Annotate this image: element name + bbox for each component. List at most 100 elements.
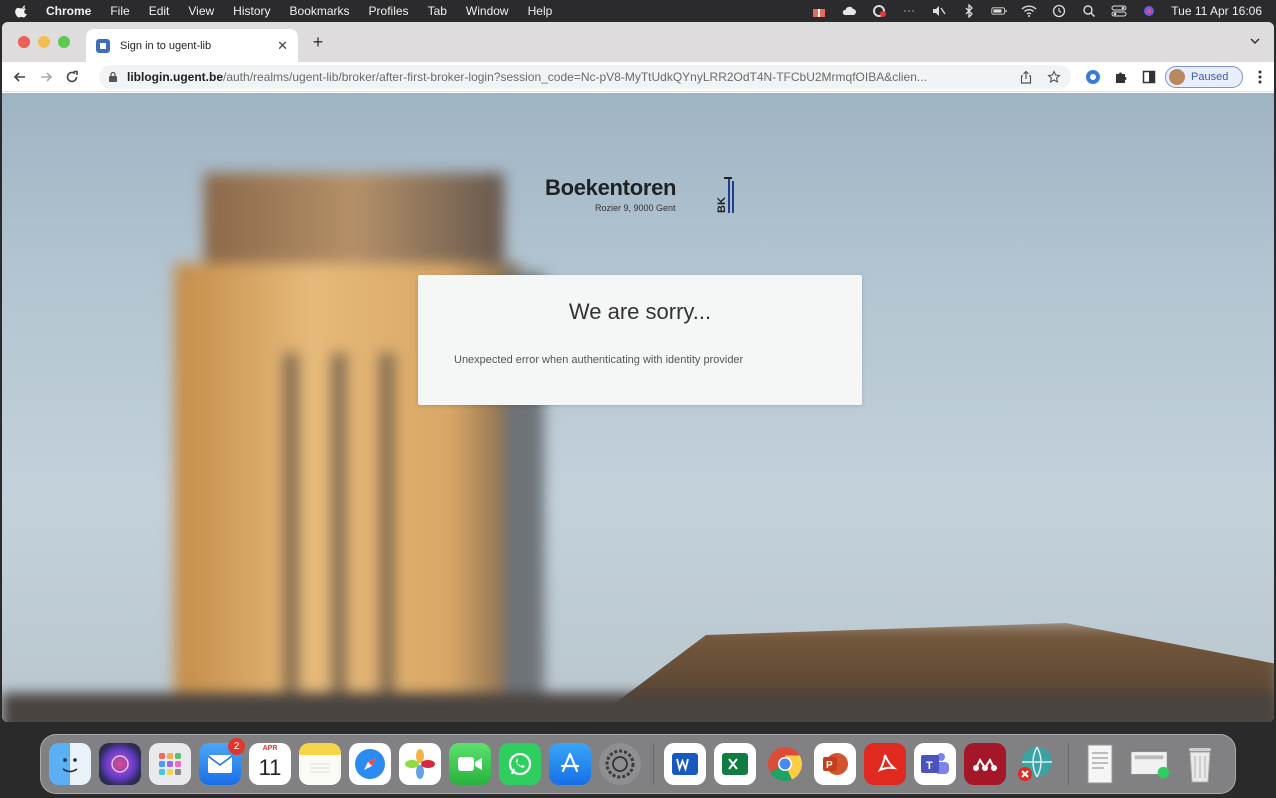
tab-sign-in[interactable]: Sign in to ugent-lib ✕ (86, 29, 298, 62)
menu-app-chrome[interactable]: Chrome (46, 4, 91, 18)
bluetooth-icon[interactable] (961, 4, 977, 18)
mendeley-icon (973, 757, 997, 771)
side-panel-icon[interactable] (1141, 69, 1157, 85)
cloud-icon[interactable] (841, 4, 857, 18)
menu-file[interactable]: File (110, 4, 129, 18)
menu-bookmarks[interactable]: Bookmarks (290, 4, 350, 18)
gear-icon (605, 749, 635, 779)
excel-icon (722, 753, 748, 775)
wifi-icon[interactable] (1021, 4, 1037, 18)
dock-system-settings[interactable] (599, 743, 641, 785)
dock-mendeley[interactable] (964, 743, 1006, 785)
dock-screenshot-stack[interactable] (1129, 743, 1171, 785)
siri-icon[interactable] (1141, 4, 1157, 18)
dock-document-stack[interactable] (1079, 743, 1121, 785)
arrow-right-icon (41, 71, 53, 82)
teams-icon: T (921, 753, 949, 774)
mute-speaker-icon[interactable] (931, 4, 947, 18)
bookmark-star-icon[interactable] (1045, 68, 1063, 86)
dock-mail[interactable]: 2 (199, 738, 245, 785)
dock-whatsapp[interactable] (499, 743, 541, 785)
menu-view[interactable]: View (188, 4, 214, 18)
dock-calendar[interactable]: APR 11 (249, 743, 291, 785)
dock-safari[interactable] (349, 743, 391, 785)
macos-menu-bar: Chrome File Edit View History Bookmarks … (0, 0, 1276, 22)
siri-orb-icon (111, 755, 129, 773)
browser-toolbar: liblogin.ugent.be /auth/realms/ugent-lib… (2, 62, 1274, 92)
profile-status-label: Paused (1191, 71, 1229, 83)
dock-acrobat[interactable] (864, 743, 906, 785)
mail-envelope-icon (207, 755, 233, 773)
dock-notes[interactable] (299, 743, 341, 785)
reload-button[interactable] (60, 65, 84, 89)
time-machine-icon[interactable] (1051, 4, 1067, 18)
dock-excel[interactable] (714, 743, 756, 785)
minimize-window-button[interactable] (38, 36, 50, 48)
powerpoint-icon: P (823, 753, 848, 775)
dock-globe-app[interactable] (1014, 743, 1056, 785)
battery-icon[interactable] (991, 4, 1007, 18)
menu-window[interactable]: Window (466, 4, 509, 18)
boekentoren-mark-icon: BK (716, 177, 734, 213)
menu-history[interactable]: History (233, 4, 270, 18)
share-icon[interactable] (1017, 68, 1035, 86)
error-card: We are sorry... Unexpected error when au… (418, 275, 862, 405)
dock-facetime[interactable] (449, 743, 491, 785)
arrow-left-icon (13, 71, 25, 82)
dock-divider-2 (1068, 743, 1069, 785)
forward-button[interactable] (34, 65, 58, 89)
brand-mark-letters: BK (716, 197, 728, 213)
gift-icon[interactable] (811, 4, 827, 18)
apple-logo-icon[interactable] (14, 3, 30, 19)
creative-cloud-icon[interactable] (871, 4, 887, 18)
dock-launchpad[interactable] (149, 743, 191, 785)
word-icon (672, 753, 698, 775)
menubar-clock[interactable]: Tue 11 Apr 16:06 (1171, 4, 1262, 18)
extension-icon[interactable] (1085, 69, 1101, 85)
lock-icon[interactable] (107, 71, 119, 83)
url-host: liblogin.ugent.be (127, 70, 223, 84)
brand-name: Boekentoren (545, 175, 677, 200)
tab-title: Sign in to ugent-lib (120, 39, 212, 52)
back-button[interactable] (8, 65, 32, 89)
dock-siri[interactable] (99, 743, 141, 785)
dock-finder[interactable] (49, 743, 91, 785)
extensions-puzzle-icon[interactable] (1113, 69, 1129, 85)
dock-app-store[interactable] (549, 743, 591, 785)
address-bar[interactable]: liblogin.ugent.be /auth/realms/ugent-lib… (99, 65, 1071, 89)
close-window-button[interactable] (18, 36, 30, 48)
new-tab-button[interactable]: + (308, 32, 328, 53)
menu-help[interactable]: Help (528, 4, 553, 18)
more-menu-icon[interactable] (1252, 69, 1268, 85)
menu-edit[interactable]: Edit (149, 4, 170, 18)
profile-button[interactable]: Paused (1165, 66, 1243, 88)
window-controls (18, 36, 70, 48)
svg-text:T: T (926, 760, 933, 772)
dots-grid-icon[interactable] (901, 4, 917, 18)
dock-trash[interactable] (1179, 743, 1221, 785)
dock-teams[interactable]: T (914, 743, 956, 785)
avatar (1169, 69, 1185, 85)
menu-tab[interactable]: Tab (428, 4, 447, 18)
dock-chrome[interactable] (764, 743, 806, 785)
url-path: /auth/realms/ugent-lib/broker/after-firs… (223, 70, 927, 84)
spotlight-search-icon[interactable] (1081, 4, 1097, 18)
calendar-month: APR (262, 745, 278, 752)
screenshot-stack-icon (1130, 751, 1170, 779)
dock-photos[interactable] (399, 743, 441, 785)
chrome-icon (768, 747, 802, 781)
brand-address: Rozier 9, 9000 Gent (595, 203, 676, 213)
control-center-icon[interactable] (1111, 4, 1127, 18)
background-tower-image (174, 173, 544, 722)
background-ground (2, 693, 1274, 722)
tab-search-chevron-icon[interactable] (1248, 34, 1262, 48)
menu-profiles[interactable]: Profiles (369, 4, 409, 18)
dock-word[interactable] (664, 743, 706, 785)
fullscreen-window-button[interactable] (58, 36, 70, 48)
tab-strip: Sign in to ugent-lib ✕ + (2, 22, 1274, 62)
tab-close-icon[interactable]: ✕ (277, 38, 288, 54)
launchpad-grid-icon (159, 753, 181, 775)
page-viewport: Boekentoren Rozier 9, 9000 Gent BK We ar… (2, 93, 1274, 722)
video-camera-icon (458, 757, 482, 771)
dock-powerpoint[interactable]: P (814, 743, 856, 785)
